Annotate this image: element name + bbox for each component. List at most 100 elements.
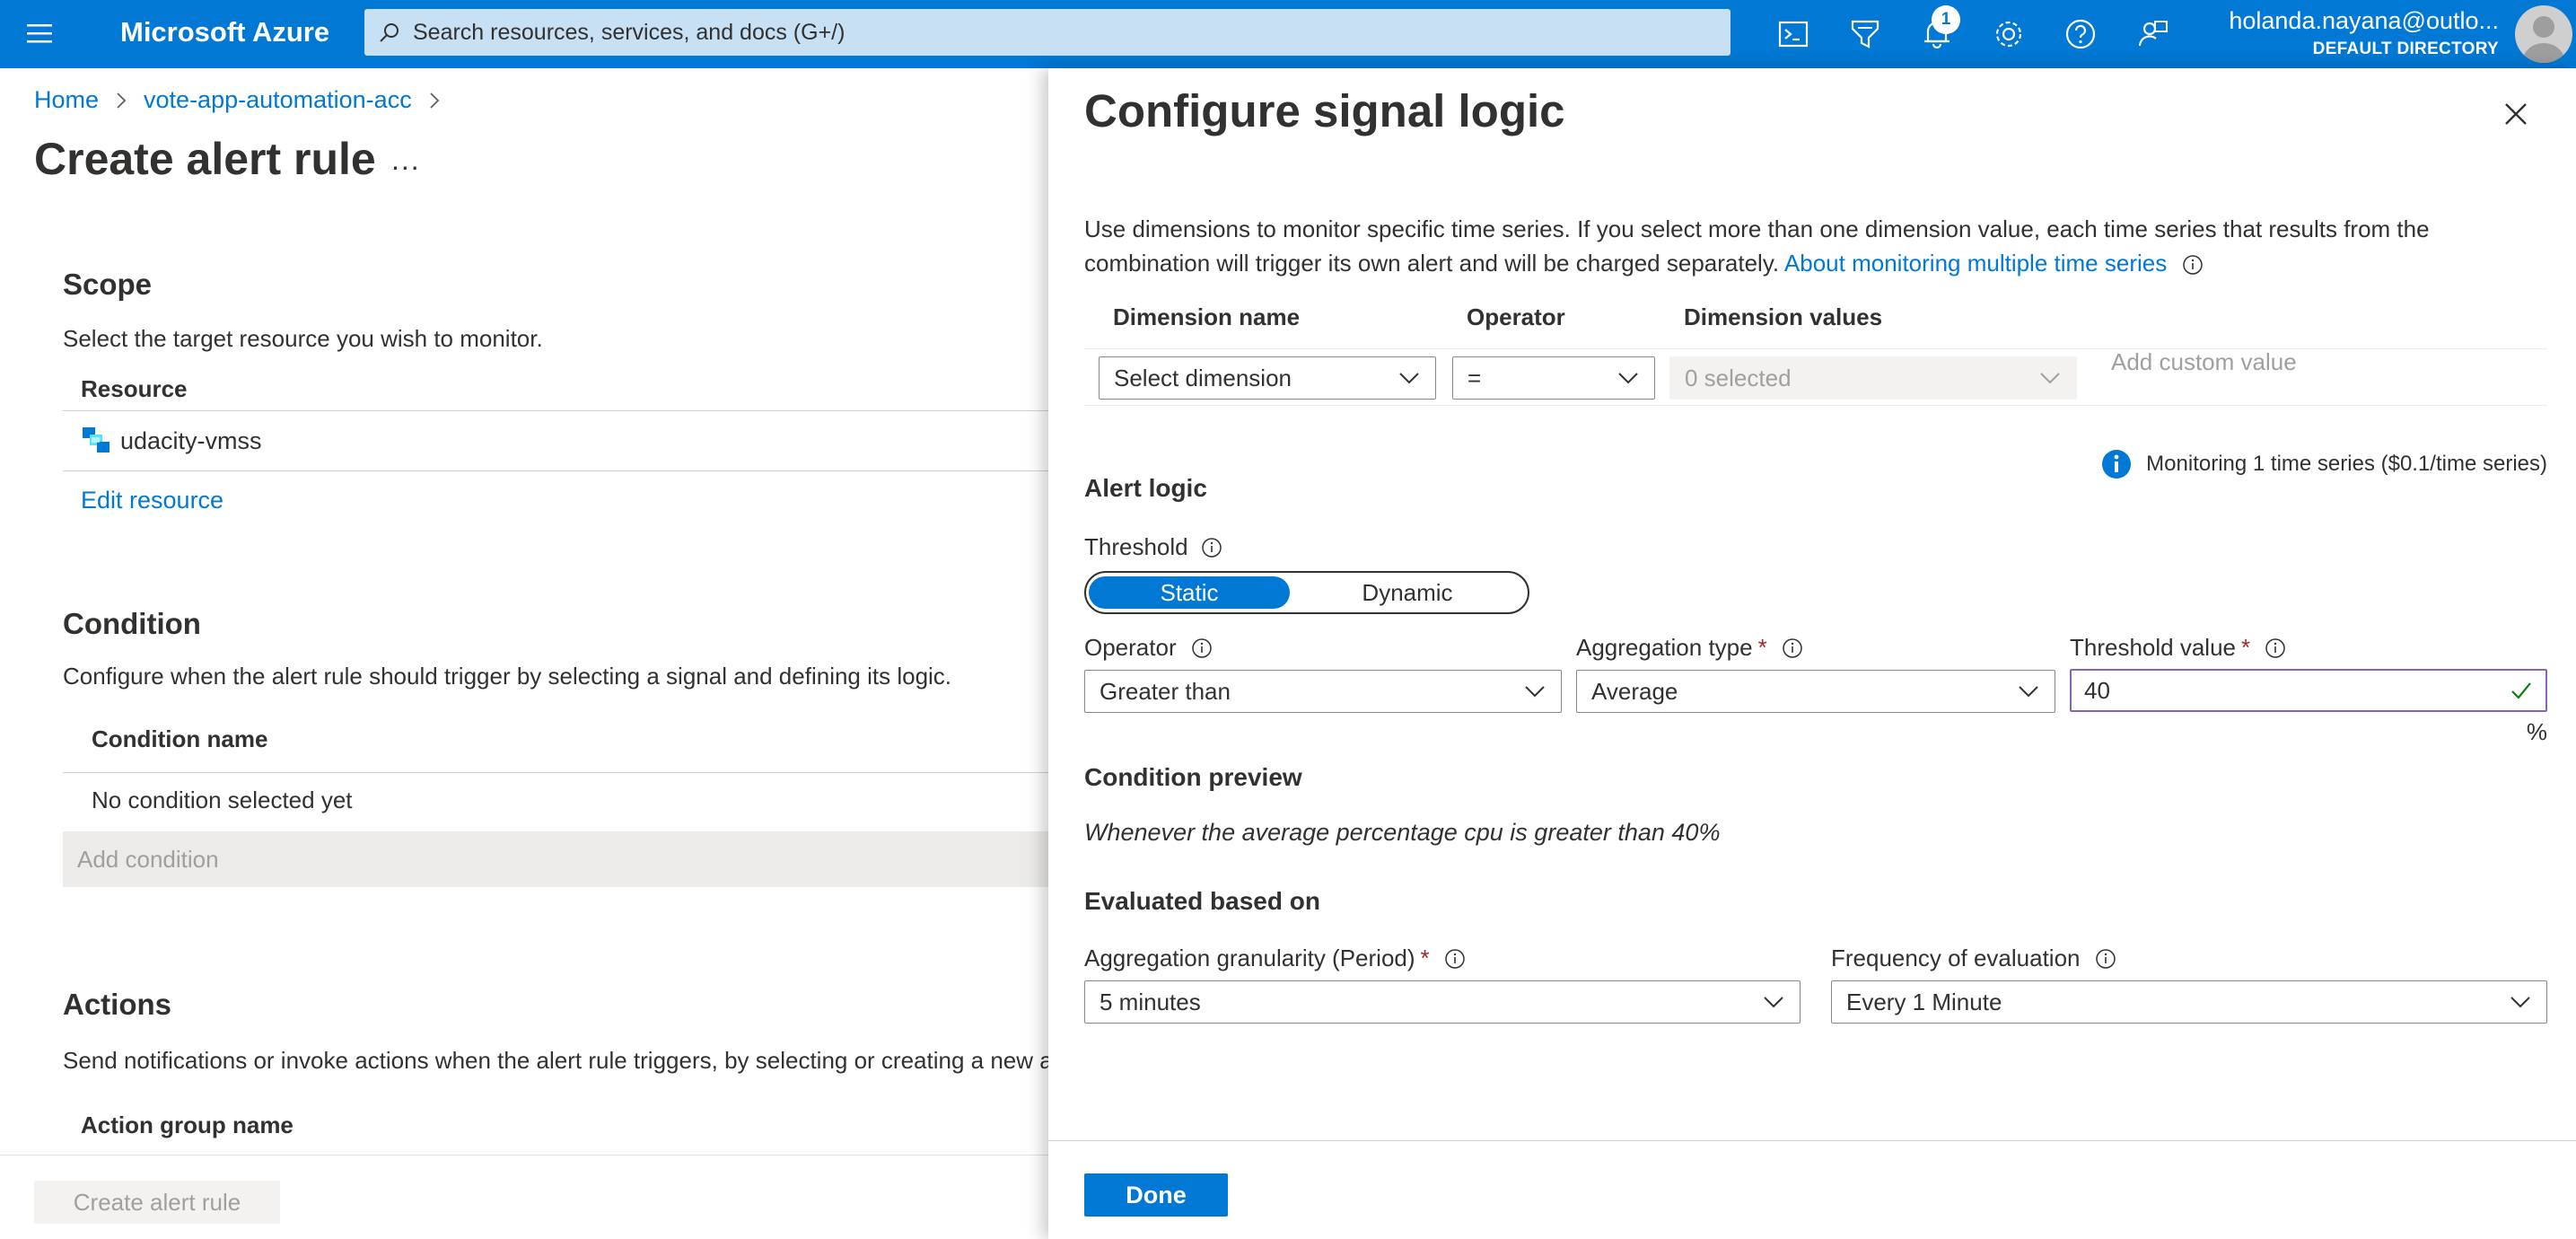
info-icon[interactable] <box>2095 948 2116 970</box>
breadcrumb-automation-account[interactable]: vote-app-automation-acc <box>144 86 412 114</box>
breadcrumb: Home vote-app-automation-acc <box>34 86 457 114</box>
info-icon[interactable] <box>2182 254 2204 276</box>
breadcrumb-home[interactable]: Home <box>34 86 99 114</box>
vmss-icon <box>81 426 111 456</box>
operator-value: Greater than <box>1100 677 1231 705</box>
dimension-values-dropdown[interactable]: 0 selected <box>1669 356 2077 400</box>
aggregation-granularity-value: 5 minutes <box>1100 988 1201 1015</box>
frequency-of-evaluation-dropdown[interactable]: Every 1 Minute <box>1831 980 2547 1024</box>
chevron-right-icon <box>425 91 444 110</box>
scope-heading: Scope <box>63 268 153 301</box>
operator-label-text: Operator <box>1084 634 1177 661</box>
threshold-value-input[interactable]: 40 <box>2070 669 2547 712</box>
required-asterisk: * <box>1420 945 1430 971</box>
threshold-label-text: Threshold <box>1084 533 1188 560</box>
menu-icon[interactable] <box>25 20 57 48</box>
threshold-value-label: Threshold value * <box>2070 634 2286 662</box>
create-alert-rule-blade: Home vote-app-automation-acc Create aler… <box>0 68 1048 1239</box>
required-asterisk: * <box>2241 634 2251 661</box>
chevron-down-icon <box>2019 686 2038 698</box>
condition-preview-heading: Condition preview <box>1084 763 1302 791</box>
dimension-operator-dropdown[interactable]: = <box>1452 356 1655 400</box>
threshold-label: Threshold <box>1084 533 1222 561</box>
operator-dropdown[interactable]: Greater than <box>1084 670 1562 713</box>
chevron-down-icon <box>2040 373 2060 384</box>
search-placeholder: Search resources, services, and docs (G+… <box>413 19 846 45</box>
divider <box>63 410 1048 411</box>
add-condition-button[interactable]: Add condition <box>63 831 1048 887</box>
info-icon[interactable] <box>1444 948 1466 970</box>
action-group-column-header: Action group name <box>81 1112 294 1138</box>
done-button[interactable]: Done <box>1084 1173 1228 1217</box>
resource-column-header: Resource <box>81 375 188 402</box>
info-icon[interactable] <box>2265 637 2286 659</box>
aggregation-type-value: Average <box>1591 677 1678 705</box>
dimensions-description-text: Use dimensions to monitor specific time … <box>1084 215 2430 277</box>
resource-row: udacity-vmss <box>81 426 262 456</box>
about-multiple-time-series-link[interactable]: About monitoring multiple time series <box>1784 250 2167 277</box>
info-filled-icon <box>2101 449 2132 479</box>
avatar[interactable] <box>2515 5 2572 63</box>
add-custom-value-input[interactable]: Add custom value <box>2098 342 2556 382</box>
top-bar: Microsoft Azure Search resources, servic… <box>0 0 2576 68</box>
select-dimension-dropdown[interactable]: Select dimension <box>1099 356 1436 400</box>
directory-filter-icon[interactable] <box>1847 16 1883 52</box>
chevron-down-icon <box>1399 373 1419 384</box>
help-icon[interactable] <box>2063 16 2098 52</box>
aggregation-granularity-label: Aggregation granularity (Period) * <box>1084 945 1466 972</box>
info-icon[interactable] <box>1191 637 1213 659</box>
frequency-of-evaluation-label: Frequency of evaluation <box>1831 945 2116 972</box>
settings-icon[interactable] <box>1991 16 2027 52</box>
info-icon[interactable] <box>1782 637 1803 659</box>
aggregation-type-dropdown[interactable]: Average <box>1576 670 2055 713</box>
dynamic-option[interactable]: Dynamic <box>1290 576 1525 609</box>
actions-heading: Actions <box>63 988 172 1021</box>
brand-title[interactable]: Microsoft Azure <box>120 16 329 48</box>
static-option[interactable]: Static <box>1089 576 1290 609</box>
aggregation-type-label-text: Aggregation type <box>1576 634 1753 661</box>
dimension-values-header: Dimension values <box>1684 303 1883 330</box>
feedback-icon[interactable] <box>2134 16 2170 52</box>
no-condition-text: No condition selected yet <box>92 786 353 813</box>
monitoring-note: Monitoring 1 time series ($0.1/time seri… <box>2101 449 2547 479</box>
condition-description: Configure when the alert rule should tri… <box>63 663 952 690</box>
evaluated-based-on-heading: Evaluated based on <box>1084 887 1320 915</box>
chevron-down-icon <box>1525 686 1545 698</box>
aggregation-granularity-dropdown[interactable]: 5 minutes <box>1084 980 1801 1024</box>
frequency-of-evaluation-label-text: Frequency of evaluation <box>1831 945 2081 971</box>
global-search-input[interactable]: Search resources, services, and docs (G+… <box>364 9 1730 56</box>
create-alert-rule-button[interactable]: Create alert rule <box>34 1181 280 1224</box>
actions-description: Send notifications or invoke actions whe… <box>63 1047 1048 1074</box>
configure-signal-logic-panel: Configure signal logic Use dimensions to… <box>1048 68 2576 1239</box>
panel-title: Configure signal logic <box>1084 85 1565 136</box>
notification-count-badge: 1 <box>1932 5 1960 34</box>
edit-resource-link[interactable]: Edit resource <box>81 487 223 514</box>
operator-label: Operator <box>1084 634 1213 662</box>
condition-preview-text: Whenever the average percentage cpu is g… <box>1084 819 1721 846</box>
dimensions-description: Use dimensions to monitor specific time … <box>1084 212 2538 280</box>
cloud-shell-icon[interactable] <box>1775 16 1811 52</box>
chevron-down-icon <box>1618 373 1638 384</box>
more-options-button[interactable]: ... <box>391 144 421 177</box>
operator-header: Operator <box>1467 303 1565 330</box>
alert-logic-heading: Alert logic <box>1084 474 1207 502</box>
scope-description: Select the target resource you wish to m… <box>63 325 543 352</box>
divider <box>63 772 1048 773</box>
close-icon[interactable] <box>2501 99 2531 129</box>
divider <box>63 470 1048 471</box>
frequency-of-evaluation-value: Every 1 Minute <box>1846 988 2002 1015</box>
divider <box>1084 405 2547 406</box>
threshold-unit: % <box>2526 718 2547 745</box>
condition-name-column-header: Condition name <box>92 725 268 752</box>
info-icon[interactable] <box>1201 537 1222 558</box>
aggregation-type-label: Aggregation type * <box>1576 634 1803 662</box>
user-directory: DEFAULT DIRECTORY <box>2312 40 2499 58</box>
aggregation-granularity-label-text: Aggregation granularity (Period) <box>1084 945 1415 971</box>
user-email[interactable]: holanda.nayana@outlo... <box>2229 7 2499 35</box>
checkmark-icon <box>2511 682 2531 699</box>
dimension-operator-value: = <box>1468 364 1482 391</box>
panel-footer: Done <box>1048 1140 2576 1239</box>
chevron-right-icon <box>111 91 131 110</box>
threshold-value-label-text: Threshold value <box>2070 634 2236 661</box>
dimension-name-header: Dimension name <box>1113 303 1301 330</box>
